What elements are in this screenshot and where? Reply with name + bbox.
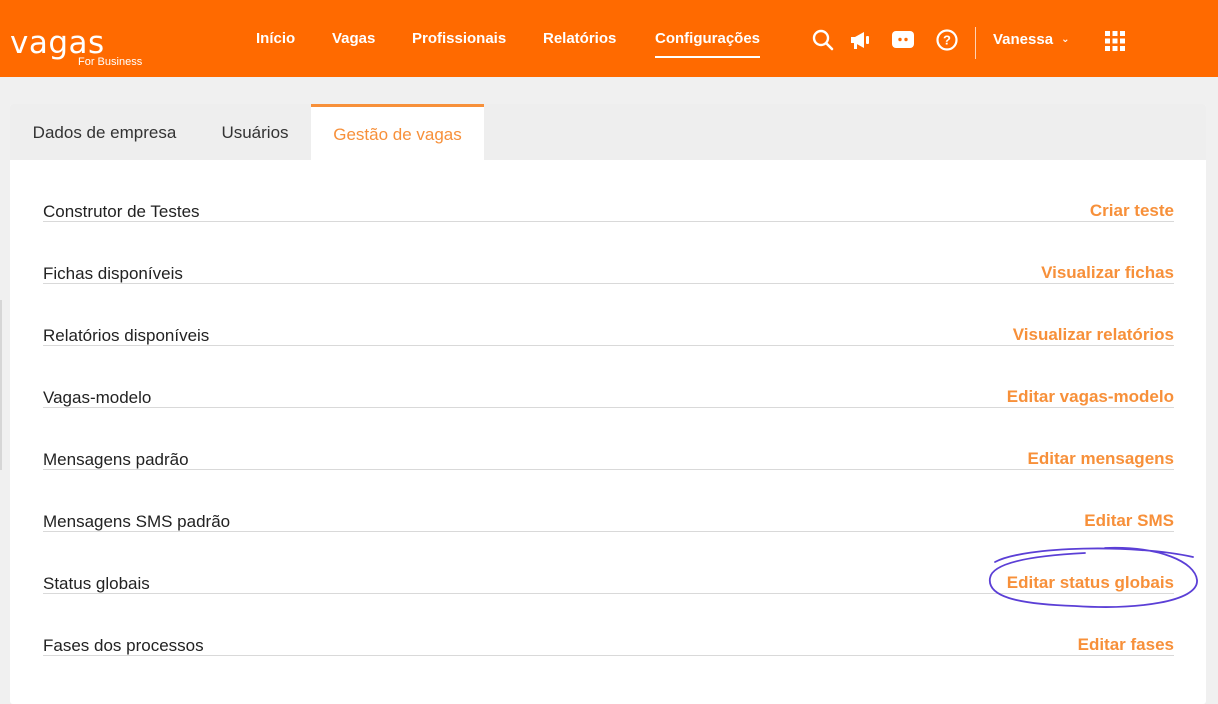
visualizar-fichas-link[interactable]: Visualizar fichas (1041, 222, 1174, 283)
list-item: Fases dos processos Editar fases (43, 594, 1174, 656)
row-label: Mensagens padrão (43, 450, 189, 469)
list-item: Vagas-modelo Editar vagas-modelo (43, 346, 1174, 408)
header-divider (975, 27, 976, 59)
settings-list: Construtor de Testes Criar teste Fichas … (43, 160, 1174, 656)
list-item: Mensagens padrão Editar mensagens (43, 408, 1174, 470)
brand-name: vagas (10, 25, 105, 61)
tab-dados-de-empresa[interactable]: Dados de empresa (10, 104, 199, 160)
editar-mensagens-link[interactable]: Editar mensagens (1028, 408, 1174, 469)
page-edge-marker (0, 300, 2, 470)
top-navigation-bar: vagas For Business Início Vagas Profissi… (0, 0, 1218, 77)
row-label: Fases dos processos (43, 636, 204, 655)
nav-item-configuracoes[interactable]: Configurações (655, 30, 761, 58)
nav-item-inicio[interactable]: Início (256, 30, 295, 48)
chevron-down-icon: ⌄ (1061, 34, 1070, 45)
row-label: Construtor de Testes (43, 202, 200, 221)
settings-card: Dados de empresa Usuários Gestão de vaga… (10, 104, 1206, 704)
nav-item-vagas[interactable]: Vagas (332, 30, 375, 48)
chat-icon[interactable] (891, 29, 914, 51)
svg-text:?: ? (943, 33, 951, 48)
editar-vagas-modelo-link[interactable]: Editar vagas-modelo (1007, 346, 1174, 407)
user-menu[interactable]: Vanessa ⌄ (993, 31, 1069, 49)
editar-status-globais-link[interactable]: Editar status globais (1007, 532, 1174, 593)
search-icon[interactable] (812, 29, 834, 51)
list-item: Mensagens SMS padrão Editar SMS (43, 470, 1174, 532)
row-label: Fichas disponíveis (43, 264, 183, 283)
tab-gestao-de-vagas[interactable]: Gestão de vagas (311, 104, 484, 160)
help-icon[interactable]: ? (936, 29, 958, 51)
row-label: Relatórios disponíveis (43, 326, 210, 345)
editar-sms-link[interactable]: Editar SMS (1084, 470, 1174, 531)
nav-item-relatorios[interactable]: Relatórios (543, 30, 616, 48)
row-label: Vagas-modelo (43, 388, 152, 407)
list-item: Fichas disponíveis Visualizar fichas (43, 222, 1174, 284)
vagas-logo[interactable]: vagas For Business (10, 26, 160, 72)
list-item: Relatórios disponíveis Visualizar relató… (43, 284, 1174, 346)
row-label: Status globais (43, 574, 150, 593)
list-item: Construtor de Testes Criar teste (43, 160, 1174, 222)
nav-item-profissionais[interactable]: Profissionais (412, 30, 506, 48)
tab-usuarios[interactable]: Usuários (199, 104, 311, 160)
criar-teste-link[interactable]: Criar teste (1090, 160, 1174, 221)
brand-tagline: For Business (78, 56, 143, 68)
editar-fases-link[interactable]: Editar fases (1078, 594, 1174, 655)
list-item: Status globais Editar status globais (43, 532, 1174, 594)
megaphone-icon[interactable] (850, 29, 872, 51)
apps-grid-icon[interactable] (1105, 31, 1127, 53)
visualizar-relatorios-link[interactable]: Visualizar relatórios (1013, 284, 1174, 345)
row-label: Mensagens SMS padrão (43, 512, 231, 531)
user-name: Vanessa (993, 31, 1054, 48)
settings-tabs: Dados de empresa Usuários Gestão de vaga… (10, 104, 1206, 160)
